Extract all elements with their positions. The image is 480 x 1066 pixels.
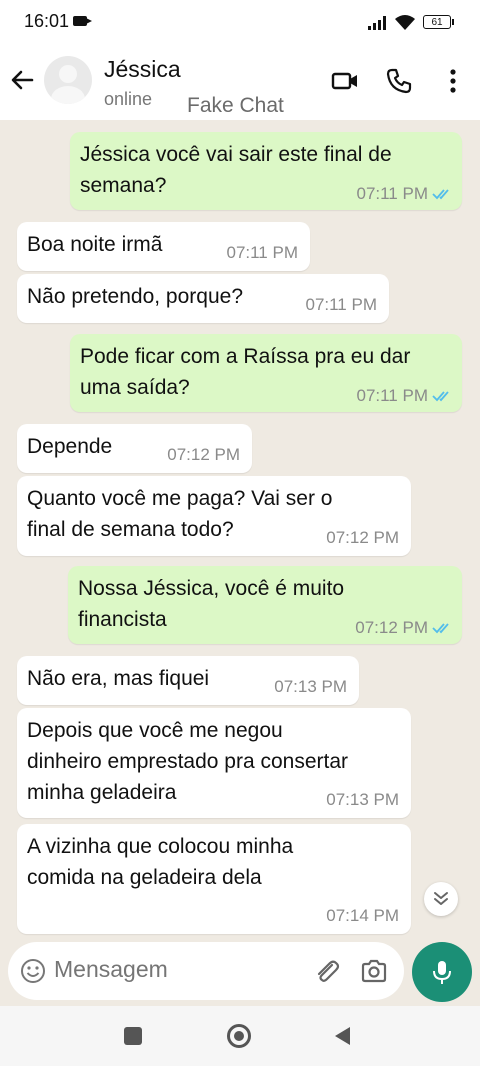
contact-status: online [104,89,153,109]
message-outgoing[interactable]: Nossa Jéssica, você é muito financista 0… [68,566,462,644]
home-button[interactable] [226,1023,252,1049]
status-time: 16:01 [24,11,70,31]
message-text-line: comida na geladeira dela [27,866,262,889]
message-input-bar [8,942,404,1000]
message-time: 07:12 PM [355,618,428,637]
chat-header: Jéssica online Fake Chat [0,44,480,120]
message-incoming[interactable]: Quanto você me paga? Vai ser o final de … [17,476,411,556]
message-time: 07:13 PM [274,677,347,696]
read-ticks-icon [432,391,449,402]
attach-icon[interactable] [312,957,340,985]
battery-icon: 61 [423,15,454,29]
avatar[interactable] [44,56,92,104]
message-time: 07:12 PM [167,445,240,464]
message-text-line: Jéssica você vai sair este final de [80,143,392,166]
message-time: 07:11 PM [305,295,377,314]
message-incoming[interactable]: A vizinha que colocou minha comida na ge… [17,824,411,934]
message-outgoing[interactable]: Jéssica você vai sair este final de sema… [70,132,462,210]
message-time: 07:13 PM [326,790,399,809]
phone-icon[interactable] [384,66,414,96]
wifi-icon [395,15,415,30]
camera-icon[interactable] [360,957,388,985]
message-outgoing[interactable]: Pode ficar com a Raíssa pra eu dar uma s… [70,334,462,412]
message-text-line: Pode ficar com a Raíssa pra eu dar [80,345,411,368]
signal-icon [368,16,386,30]
back-arrow-icon[interactable] [8,66,36,94]
status-bar: 16:01 61 [0,0,480,44]
mic-icon [433,961,451,984]
watermark: Fake Chat [187,94,284,117]
message-text-line: Quanto você me paga? Vai ser o [27,487,333,510]
nav-back-button[interactable] [332,1025,352,1047]
message-text-line: A vizinha que colocou minha [27,835,294,858]
video-call-icon[interactable] [330,66,360,96]
message-text-line: Nossa Jéssica, você é muito [78,577,345,600]
message-input[interactable] [54,956,294,983]
scroll-down-icon [434,892,448,905]
more-vert-icon[interactable] [438,66,468,96]
message-text-line: Depois que você me negou [27,719,283,742]
emoji-icon[interactable] [20,958,46,984]
avatar-body [51,86,85,104]
message-incoming[interactable]: Boa noite irmã 07:11 PM [17,222,310,271]
contact-name[interactable]: Jéssica [104,56,181,83]
screen-record-icon [73,16,92,26]
avatar-head [59,65,77,83]
message-time: 07:11 PM [356,184,428,203]
read-ticks-icon [432,189,449,200]
read-ticks-icon [432,623,449,634]
mic-button[interactable] [412,942,472,1002]
message-time: 07:14 PM [326,906,399,925]
message-incoming[interactable]: Depende 07:12 PM [17,424,252,473]
message-incoming[interactable]: Não pretendo, porque? 07:11 PM [17,274,389,323]
message-time: 07:11 PM [226,243,298,262]
message-incoming[interactable]: Depois que você me negou dinheiro empres… [17,708,411,818]
message-text-line: dinheiro emprestado pra consertar [27,750,349,773]
message-time: 07:12 PM [326,528,399,547]
system-nav-bar [0,1006,480,1066]
message-incoming[interactable]: Não era, mas fiquei 07:13 PM [17,656,359,705]
scroll-down-button[interactable] [424,882,458,916]
message-time: 07:11 PM [356,386,428,405]
recents-button[interactable] [124,1027,142,1045]
